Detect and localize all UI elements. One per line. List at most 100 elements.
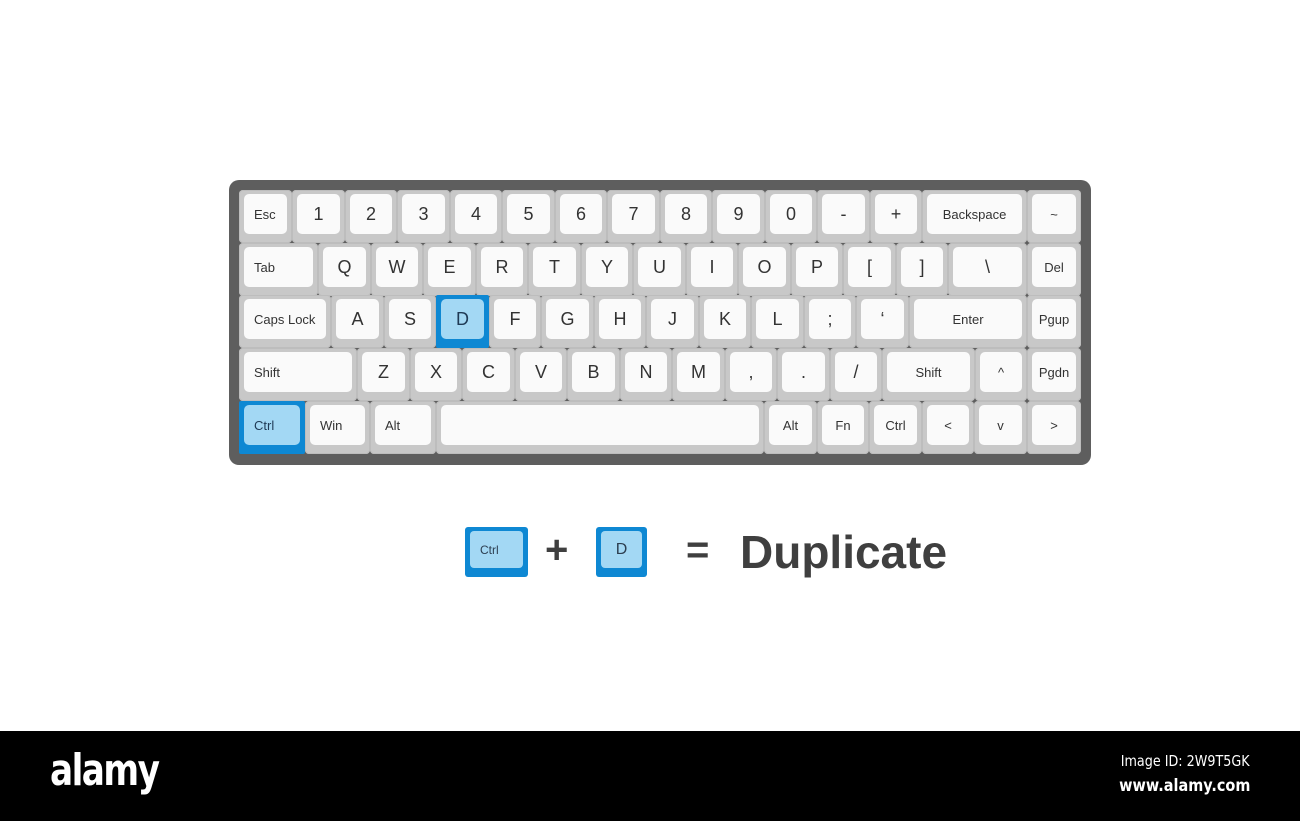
key-0[interactable]: 0 (765, 190, 817, 243)
key-1[interactable]: 1 (292, 190, 345, 243)
key-5[interactable]: 5 (502, 190, 555, 243)
key-del[interactable]: Del (1027, 243, 1081, 296)
key-7[interactable]: 7 (607, 190, 660, 243)
key-v[interactable]: V (515, 348, 567, 401)
key-label: O (743, 247, 786, 287)
key-label: 3 (402, 194, 445, 234)
key-label: v (979, 405, 1022, 445)
key-e[interactable]: E (423, 243, 476, 296)
key-alt[interactable]: Alt (764, 401, 817, 454)
key-space[interactable] (436, 401, 764, 454)
key-label: \ (953, 247, 1022, 287)
key-label: N (625, 352, 667, 392)
key-label: I (691, 247, 733, 287)
key-c[interactable]: C (462, 348, 515, 401)
key-symbol-4-7[interactable]: < (922, 401, 974, 454)
key-9[interactable]: 9 (712, 190, 765, 243)
key-ctrl[interactable]: Ctrl (239, 401, 305, 454)
key-label: 5 (507, 194, 550, 234)
key-label: B (572, 352, 615, 392)
equals-sign: = (686, 528, 710, 572)
key-r[interactable]: R (476, 243, 528, 296)
key-symbol-1-13[interactable]: \ (948, 243, 1027, 296)
key-i[interactable]: I (686, 243, 738, 296)
key-symbol-3-9[interactable]: . (777, 348, 830, 401)
key-d[interactable]: D (436, 295, 489, 348)
key-p[interactable]: P (791, 243, 843, 296)
key-a[interactable]: A (331, 295, 384, 348)
key-esc[interactable]: Esc (239, 190, 292, 243)
key-symbol-0-12[interactable]: + (870, 190, 922, 243)
key-q[interactable]: Q (318, 243, 371, 296)
key-backspace[interactable]: Backspace (922, 190, 1027, 243)
key-t[interactable]: T (528, 243, 581, 296)
key-symbol-2-10[interactable]: ; (804, 295, 856, 348)
shortcut-key-ctrl: Ctrl (465, 527, 528, 577)
key-alt[interactable]: Alt (370, 401, 436, 454)
key-label: . (782, 352, 825, 392)
key-label: [ (848, 247, 891, 287)
key-m[interactable]: M (672, 348, 725, 401)
key-z[interactable]: Z (357, 348, 410, 401)
key-label: C (467, 352, 510, 392)
site-url[interactable]: www.alamy.com (1119, 776, 1250, 796)
key-b[interactable]: B (567, 348, 620, 401)
key-tab[interactable]: Tab (239, 243, 318, 296)
key-symbol-1-11[interactable]: [ (843, 243, 896, 296)
key-h[interactable]: H (594, 295, 646, 348)
key-6[interactable]: 6 (555, 190, 607, 243)
key-8[interactable]: 8 (660, 190, 712, 243)
key-symbol-4-9[interactable]: > (1027, 401, 1081, 454)
key-win[interactable]: Win (305, 401, 370, 454)
key-symbol-1-12[interactable]: ] (896, 243, 948, 296)
key-u[interactable]: U (633, 243, 686, 296)
key-n[interactable]: N (620, 348, 672, 401)
key-label: Alt (375, 405, 431, 445)
key-j[interactable]: J (646, 295, 699, 348)
key-label: 0 (770, 194, 812, 234)
key-label: T (533, 247, 576, 287)
key-label: Y (586, 247, 628, 287)
key-k[interactable]: K (699, 295, 751, 348)
key-s[interactable]: S (384, 295, 436, 348)
shortcut-action-label: Duplicate (740, 526, 948, 578)
key-symbol-0-14[interactable]: ~ (1027, 190, 1081, 243)
key-v[interactable]: v (974, 401, 1027, 454)
key-label: Enter (914, 299, 1022, 339)
key-3[interactable]: 3 (397, 190, 450, 243)
key-label: ~ (1032, 194, 1076, 234)
key-label: 1 (297, 194, 340, 234)
shortcut-key-ctrl-label: Ctrl (470, 531, 523, 568)
key-fn[interactable]: Fn (817, 401, 869, 454)
key-2[interactable]: 2 (345, 190, 397, 243)
key-l[interactable]: L (751, 295, 804, 348)
key-pgdn[interactable]: Pgdn (1027, 348, 1081, 401)
key-enter[interactable]: Enter (909, 295, 1027, 348)
key-symbol-0-11[interactable]: - (817, 190, 870, 243)
key-label: S (389, 299, 431, 339)
key-label: F (494, 299, 536, 339)
key-label: - (822, 194, 865, 234)
key-label: Z (362, 352, 405, 392)
key-o[interactable]: O (738, 243, 791, 296)
key-shift[interactable]: Shift (239, 348, 357, 401)
key-pgup[interactable]: Pgup (1027, 295, 1081, 348)
key-caps-lock[interactable]: Caps Lock (239, 295, 331, 348)
key-label: G (546, 299, 589, 339)
key-x[interactable]: X (410, 348, 462, 401)
key-f[interactable]: F (489, 295, 541, 348)
key-label: ‘ (861, 299, 904, 339)
key-symbol-3-8[interactable]: , (725, 348, 777, 401)
key-symbol-3-10[interactable]: / (830, 348, 882, 401)
key-label: 6 (560, 194, 602, 234)
key-symbol-3-12[interactable]: ^ (975, 348, 1027, 401)
key-4[interactable]: 4 (450, 190, 502, 243)
key-shift[interactable]: Shift (882, 348, 975, 401)
key-symbol-2-11[interactable]: ‘ (856, 295, 909, 348)
key-g[interactable]: G (541, 295, 594, 348)
image-id-label: Image ID: 2W9T5GK (1121, 752, 1250, 770)
key-w[interactable]: W (371, 243, 423, 296)
key-label: ^ (980, 352, 1022, 392)
key-ctrl[interactable]: Ctrl (869, 401, 922, 454)
key-y[interactable]: Y (581, 243, 633, 296)
